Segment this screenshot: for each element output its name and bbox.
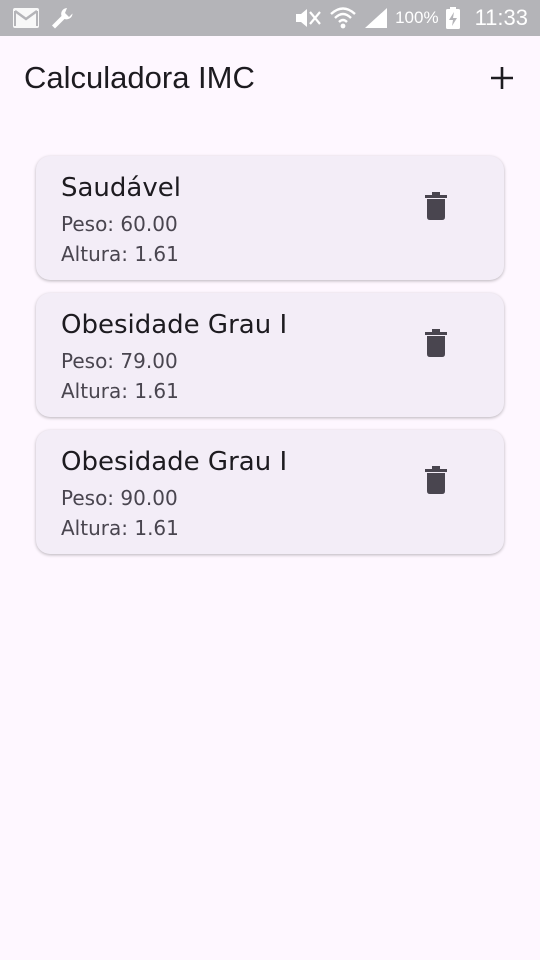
delete-button[interactable] xyxy=(414,321,458,365)
record-classification: Obesidade Grau I xyxy=(61,310,288,340)
status-time: 11:33 xyxy=(474,5,528,30)
record-peso: Peso: 60.00 xyxy=(61,211,178,237)
battery-charging-icon xyxy=(445,6,461,30)
record-classification: Obesidade Grau I xyxy=(61,447,288,477)
battery-percentage: 100% xyxy=(395,8,439,27)
peso-value: 79.00 xyxy=(120,349,178,373)
peso-label: Peso: xyxy=(61,486,115,510)
page-title: Calculadora IMC xyxy=(24,60,255,95)
peso-label: Peso: xyxy=(61,212,115,236)
trash-icon xyxy=(425,466,447,494)
mute-icon xyxy=(293,6,323,30)
wifi-icon xyxy=(329,5,357,31)
imc-record-card[interactable]: Obesidade Grau I Peso: 79.00 Altura: 1.6… xyxy=(36,293,504,417)
status-bar-right: 100% 11:33 xyxy=(293,0,528,36)
record-peso: Peso: 90.00 xyxy=(61,485,178,511)
altura-value: 1.61 xyxy=(134,379,179,403)
imc-record-list: Saudável Peso: 60.00 Altura: 1.61 Obesid… xyxy=(36,156,504,567)
delete-button[interactable] xyxy=(414,184,458,228)
delete-button[interactable] xyxy=(414,458,458,502)
record-classification: Saudável xyxy=(61,173,181,203)
wrench-icon xyxy=(50,6,76,30)
altura-value: 1.61 xyxy=(134,516,179,540)
imc-record-card[interactable]: Saudável Peso: 60.00 Altura: 1.61 xyxy=(36,156,504,280)
record-altura: Altura: 1.61 xyxy=(61,241,179,267)
record-altura: Altura: 1.61 xyxy=(61,515,179,541)
peso-value: 90.00 xyxy=(120,486,178,510)
peso-label: Peso: xyxy=(61,349,115,373)
gmail-icon xyxy=(12,7,40,29)
imc-record-card[interactable]: Obesidade Grau I Peso: 90.00 Altura: 1.6… xyxy=(36,430,504,554)
record-altura: Altura: 1.61 xyxy=(61,378,179,404)
record-peso: Peso: 79.00 xyxy=(61,348,178,374)
add-button[interactable] xyxy=(480,56,524,100)
peso-value: 60.00 xyxy=(120,212,178,236)
trash-icon xyxy=(425,192,447,220)
status-bar: 100% 11:33 xyxy=(0,0,540,36)
altura-label: Altura: xyxy=(61,242,128,266)
trash-icon xyxy=(425,329,447,357)
app-bar: Calculadora IMC xyxy=(0,36,540,120)
altura-label: Altura: xyxy=(61,516,128,540)
signal-icon xyxy=(363,6,389,30)
plus-icon xyxy=(491,67,513,89)
altura-label: Altura: xyxy=(61,379,128,403)
status-bar-left xyxy=(12,6,76,30)
altura-value: 1.61 xyxy=(134,242,179,266)
